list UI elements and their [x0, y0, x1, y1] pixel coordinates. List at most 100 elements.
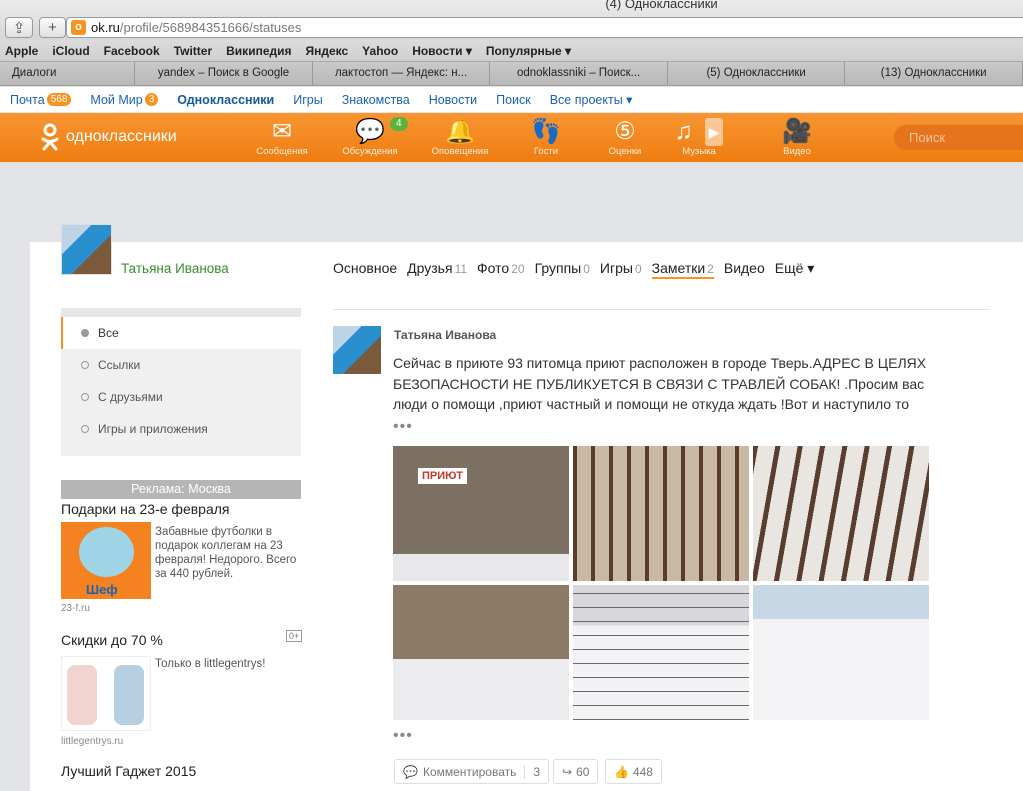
tab-games[interactable]: Игры 0 [600, 260, 642, 279]
tab-label: Фото [477, 260, 510, 276]
side-menu-item-all[interactable]: Все [61, 317, 301, 349]
browser-tab[interactable]: odnoklassniki – Поиск... [490, 62, 668, 85]
browser-tab[interactable]: Диалоги [0, 62, 136, 85]
post-photo[interactable] [573, 446, 749, 581]
portal-link-dating[interactable]: Знакомства [342, 93, 410, 107]
nav-label: Оповещения [431, 146, 489, 157]
browser-tab[interactable]: (5) Одноклассники [667, 62, 846, 85]
browser-tab[interactable]: (13) Одноклассники [845, 62, 1023, 85]
post-photo[interactable] [393, 585, 569, 720]
portal-link-games[interactable]: Игры [293, 93, 322, 107]
bookmarks-bar: Apple iCloud Facebook Twitter Википедия … [0, 40, 1023, 62]
footprints-icon: 👣 [531, 118, 561, 145]
share-button[interactable]: ↪ 60 [553, 759, 599, 784]
url-path: /profile/568984351666/statuses [119, 20, 302, 35]
browser-tab[interactable]: yandex – Поиск в Google [135, 62, 313, 85]
share-icon[interactable]: ⇪ [5, 17, 33, 38]
side-menu-item-links[interactable]: Ссылки [61, 349, 301, 381]
nav-messages[interactable]: ✉ Сообщения [237, 118, 327, 157]
ad-source[interactable]: 23-f.ru [61, 603, 90, 614]
ad-image[interactable] [61, 656, 151, 731]
comment-button[interactable]: 💬 Комментировать 3 [394, 759, 550, 784]
avatar[interactable] [61, 224, 112, 275]
ad-image-item [114, 665, 144, 725]
comment-icon: 💬 [403, 764, 418, 779]
side-menu-label: С друзьями [98, 390, 163, 404]
portal-link-news[interactable]: Новости [429, 93, 477, 107]
tab-photos[interactable]: Фото 20 [477, 260, 525, 279]
bookmark-item[interactable]: Яндекс [305, 44, 348, 58]
bookmark-item[interactable]: iCloud [52, 44, 89, 58]
bookmark-item[interactable]: Yahoo [362, 44, 398, 58]
portal-link-search[interactable]: Поиск [496, 93, 531, 107]
bookmark-item[interactable]: Apple [5, 44, 38, 58]
bookmark-item[interactable]: Википедия [226, 44, 291, 58]
bookmark-item[interactable]: Новости ▾ [412, 44, 472, 58]
portal-link-mail[interactable]: Почта 568 [10, 92, 72, 107]
tab-count: 0 [634, 262, 642, 276]
post-more-button[interactable]: ••• [393, 418, 413, 436]
ad-title[interactable]: Подарки на 23-е февраля [61, 501, 230, 517]
profile-name[interactable]: Татьяна Иванова [121, 261, 229, 276]
ok-favicon-icon: о [71, 20, 86, 35]
ad-image-caption: Шеф [86, 582, 118, 597]
post-author[interactable]: Татьяна Иванова [394, 328, 496, 342]
bookmark-item[interactable]: Facebook [104, 44, 160, 58]
share-arrow-icon: ↪ [562, 764, 573, 779]
tab-main[interactable]: Основное [333, 260, 397, 279]
nav-guests[interactable]: 👣 Гости [501, 118, 591, 157]
nav-notifications[interactable]: 🔔 Оповещения [415, 118, 505, 157]
divider [333, 309, 990, 310]
ad-image-figure [79, 527, 134, 577]
side-menu-item-games[interactable]: Игры и приложения [61, 413, 301, 445]
discussions-badge: 4 [390, 117, 408, 131]
portal-link-label: Почта [10, 92, 45, 107]
bookmark-item[interactable]: Популярные ▾ [486, 44, 571, 58]
site-logo-text: одноклассники [66, 128, 177, 145]
tab-friends[interactable]: Друзья 11 [407, 260, 467, 279]
profile-tabs: Основное Друзья 11 Фото 20 Группы 0 Игры 0 З… [333, 260, 824, 279]
ad-title[interactable]: Лучший Гаджет 2015 [61, 763, 196, 779]
site-logo[interactable]: одноклассники [40, 123, 177, 151]
browser-tab[interactable]: лактостоп — Яндекс: н... [312, 62, 491, 85]
new-tab-button[interactable]: + [39, 17, 66, 38]
portal-link-ok[interactable]: Одноклассники [177, 93, 274, 107]
site-header: одноклассники ✉ Сообщения 💬 Обсуждения 🔔 Оп… [0, 113, 1023, 162]
radio-dot-icon [81, 425, 89, 433]
portal-link-all-projects[interactable]: Все проекты ▾ [550, 92, 633, 107]
like-button[interactable]: 👍 448 [605, 759, 662, 784]
post-photo[interactable] [573, 585, 749, 720]
tab-notes[interactable]: Заметки 2 [651, 260, 714, 279]
portal-link-my-world[interactable]: Мой Мир 3 [90, 92, 159, 107]
nav-video[interactable]: 🎥 Видео [752, 118, 842, 157]
radio-dot-icon [81, 329, 89, 337]
portal-link-label: Мой Мир [90, 92, 143, 107]
my-world-count-badge: 3 [144, 93, 159, 106]
comment-count: 3 [524, 764, 540, 779]
nav-music[interactable]: ♫ ▶ Музыка [654, 118, 744, 157]
tab-label: Ещё ▾ [774, 260, 815, 276]
post-avatar[interactable] [333, 326, 381, 374]
ad-header: Реклама: Москва [61, 480, 301, 499]
ok-logo-icon [41, 123, 59, 151]
post-more-photos-button[interactable]: ••• [393, 727, 413, 745]
ad-text: Забавные футболки в подарок коллегам на … [155, 526, 297, 580]
tab-count: 11 [454, 262, 468, 276]
tab-count: 0 [583, 262, 590, 276]
tab-groups[interactable]: Группы 0 [535, 260, 590, 279]
ad-source[interactable]: littlegentrys.ru [61, 736, 123, 747]
post-photo[interactable]: ПРИЮТ [393, 446, 569, 581]
tab-more[interactable]: Ещё ▾ [775, 260, 815, 279]
tab-count: 20 [511, 262, 525, 276]
ad-image[interactable]: Шеф [61, 522, 151, 599]
post-photo[interactable] [753, 585, 929, 720]
post-photo[interactable] [753, 446, 929, 581]
nav-label: Видео [783, 146, 811, 157]
tab-video[interactable]: Видео [724, 260, 765, 279]
search-input[interactable]: Поиск [894, 125, 1023, 150]
bookmark-item[interactable]: Twitter [174, 44, 212, 58]
ad-title[interactable]: Скидки до 70 % [61, 632, 163, 648]
window-titlebar: (4) Одноклассники ⇪ + о ok.ru/profile/56… [0, 0, 1023, 40]
side-menu-item-with-friends[interactable]: С друзьями [61, 381, 301, 413]
address-bar[interactable]: о ok.ru/profile/568984351666/statuses [66, 17, 1023, 38]
